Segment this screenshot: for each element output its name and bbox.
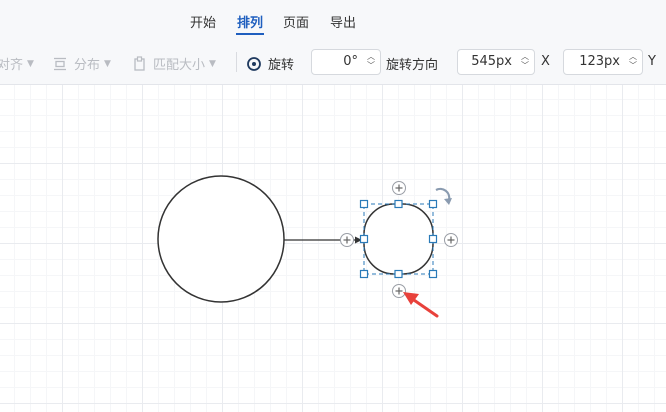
diagram-layer	[157, 175, 458, 318]
resize-handle[interactable]	[394, 269, 403, 279]
resize-handle[interactable]	[359, 234, 369, 244]
add-connection-bottom-icon[interactable]	[392, 284, 406, 298]
rotate-handle-icon[interactable]	[435, 187, 452, 205]
resize-handle[interactable]	[359, 199, 369, 209]
resize-handle[interactable]	[394, 199, 403, 209]
resize-handle[interactable]	[428, 199, 438, 209]
circle-shape[interactable]	[157, 175, 285, 303]
resize-handle[interactable]	[428, 234, 438, 244]
resize-handle[interactable]	[359, 269, 369, 279]
selected-shape[interactable]	[363, 203, 434, 275]
add-connection-left-icon[interactable]	[340, 233, 354, 247]
add-connection-right-icon[interactable]	[444, 233, 458, 247]
annotation-arrow-icon	[403, 292, 439, 318]
resize-handle[interactable]	[428, 269, 438, 279]
add-connection-top-icon[interactable]	[392, 181, 406, 195]
